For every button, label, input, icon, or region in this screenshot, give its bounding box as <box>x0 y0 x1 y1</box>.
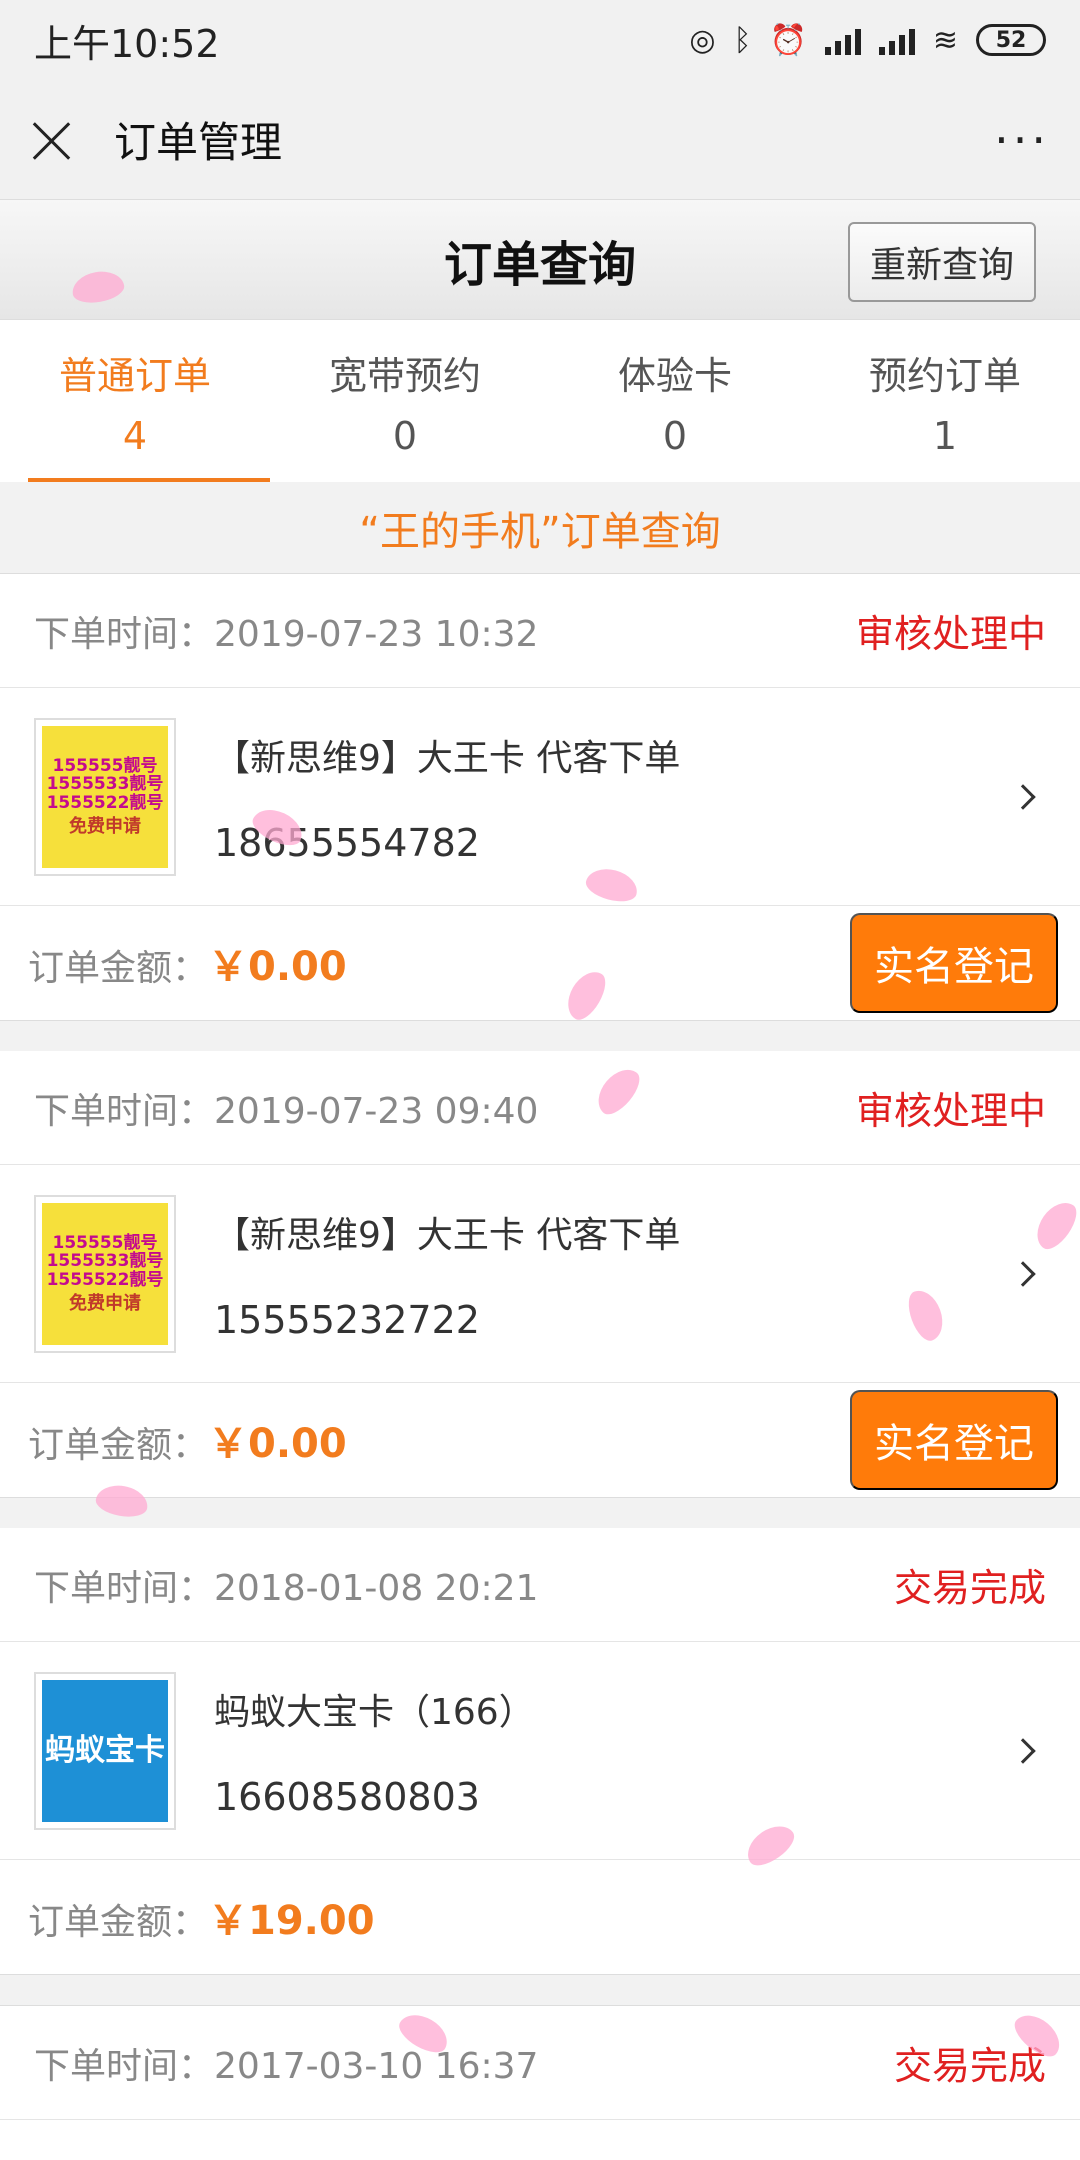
order-time-label: 下单时间： <box>34 1090 215 1132</box>
order-status: 交易完成 <box>893 2044 1046 2088</box>
order-detail-row[interactable]: 155555靓号 1555533靓号 1555522靓号 免费申请 【新思维9】… <box>0 1165 1080 1383</box>
amount-label: 订单金额： <box>28 1425 209 1466</box>
product-thumbnail: 蚂蚁宝卡 <box>34 1671 176 1830</box>
order-time-label: 下单时间： <box>34 2045 215 2087</box>
chevron-right-icon <box>1010 783 1036 810</box>
order-header: 下单时间：2019-07-23 09:40 审核处理中 <box>0 1051 1080 1165</box>
query-header: 订单查询 重新查询 <box>0 200 1080 320</box>
query-title: 订单查询 <box>443 236 636 293</box>
order-header: 下单时间：2017-03-10 16:37 交易完成 <box>0 2006 1080 2120</box>
order-amount: 订单金额：￥0.00 <box>28 934 347 992</box>
order-time-label: 下单时间： <box>34 1567 215 1609</box>
order-time-value: 2019-07-23 09:40 <box>214 1090 539 1132</box>
close-icon[interactable] <box>30 118 74 162</box>
wifi-icon: ≋ <box>932 22 958 58</box>
order-time-value: 2019-07-23 10:32 <box>214 613 539 655</box>
order-footer: 订单金额：￥19.00 <box>0 1860 1080 1974</box>
tab-broadband-booking[interactable]: 宽带预约 0 <box>270 320 540 482</box>
title-bar: 订单管理 ··· <box>0 80 1080 200</box>
status-bar: 上午10:52 ◎ ᛒ ⏰ ≋ 52 <box>0 0 1080 80</box>
page-title: 订单管理 <box>114 118 283 167</box>
unicom-card-image: 155555靓号 1555533靓号 1555522靓号 免费申请 <box>42 725 168 868</box>
order-footer: 订单金额：￥0.00 实名登记 <box>0 1383 1080 1497</box>
order-time-value: 2017-03-10 16:37 <box>214 2045 539 2087</box>
order-card: 下单时间：2019-07-23 09:40 审核处理中 155555靓号 155… <box>0 1051 1080 1498</box>
alarm-icon: ⏰ <box>769 22 807 58</box>
thumb-line: 1555522靓号 <box>46 1269 164 1290</box>
amount-value: ￥19.00 <box>208 1898 375 1944</box>
product-thumbnail: 155555靓号 1555533靓号 1555522靓号 免费申请 <box>34 717 176 876</box>
signal-icon <box>824 25 861 55</box>
status-time: 上午10:52 <box>34 21 220 66</box>
order-tabs: 普通订单 4 宽带预约 0 体验卡 0 预约订单 1 <box>0 320 1080 482</box>
order-query-subtitle: “王的手机”订单查询 <box>0 482 1080 574</box>
order-header: 下单时间：2019-07-23 10:32 审核处理中 <box>0 574 1080 688</box>
order-amount: 订单金额：￥0.00 <box>28 1411 347 1469</box>
tab-label: 普通订单 <box>58 353 211 398</box>
ant-card-image: 蚂蚁宝卡 <box>42 1679 168 1822</box>
order-detail-row[interactable]: 蚂蚁宝卡 蚂蚁大宝卡（166） 16608580803 <box>0 1642 1080 1860</box>
amount-value: ￥0.00 <box>208 944 347 990</box>
order-info: 【新思维9】大王卡 代客下单 15555232722 <box>214 1206 1014 1342</box>
phone-number: 16608580803 <box>214 1774 480 1819</box>
thumb-line: 155555靓号 <box>52 755 158 776</box>
phone-number: 15555232722 <box>214 1297 480 1342</box>
hotspot-icon: ◎ <box>689 22 716 58</box>
unicom-card-image: 155555靓号 1555533靓号 1555522靓号 免费申请 <box>42 1202 168 1345</box>
thumb-line: 1555533靓号 <box>46 1251 164 1272</box>
amount-label: 订单金额： <box>28 1902 209 1943</box>
order-info: 【新思维9】大王卡 代客下单 18655554782 <box>214 729 1014 865</box>
order-time: 下单时间：2018-01-08 20:21 <box>34 1559 538 1611</box>
tab-reserved-orders[interactable]: 预约订单 1 <box>810 320 1080 482</box>
order-time: 下单时间：2019-07-23 09:40 <box>34 1082 538 1134</box>
amount-label: 订单金额： <box>28 948 209 989</box>
product-name: 【新思维9】大王卡 代客下单 <box>214 1214 681 1256</box>
order-amount: 订单金额：￥19.00 <box>28 1888 375 1946</box>
thumb-line: 155555靓号 <box>52 1232 158 1253</box>
order-footer: 订单金额：￥0.00 实名登记 <box>0 906 1080 1020</box>
tab-label: 体验卡 <box>617 353 732 398</box>
thumb-free: 免费申请 <box>69 815 141 837</box>
phone-number: 18655554782 <box>214 820 480 865</box>
order-detail-row[interactable]: 155555靓号 1555533靓号 1555522靓号 免费申请 【新思维9】… <box>0 688 1080 906</box>
tab-trial-card[interactable]: 体验卡 0 <box>540 320 810 482</box>
order-status: 审核处理中 <box>855 612 1046 656</box>
tab-label: 宽带预约 <box>328 353 481 398</box>
tab-normal-orders[interactable]: 普通订单 4 <box>0 320 270 482</box>
order-status: 审核处理中 <box>855 1089 1046 1133</box>
thumb-line: 1555522靓号 <box>46 792 164 813</box>
requery-button[interactable]: 重新查询 <box>847 222 1036 302</box>
tab-count: 0 <box>662 413 688 458</box>
real-name-register-button[interactable]: 实名登记 <box>850 913 1058 1013</box>
status-icons: ◎ ᛒ ⏰ ≋ 52 <box>689 23 1046 58</box>
order-time: 下单时间：2019-07-23 10:32 <box>34 605 538 657</box>
order-card: 下单时间：2018-01-08 20:21 交易完成 蚂蚁宝卡 蚂蚁大宝卡（16… <box>0 1528 1080 1975</box>
tab-count: 4 <box>122 413 148 458</box>
product-name: 蚂蚁大宝卡（166） <box>214 1691 535 1733</box>
order-card: 下单时间：2019-07-23 10:32 审核处理中 155555靓号 155… <box>0 574 1080 1021</box>
bluetooth-icon: ᛒ <box>733 22 752 58</box>
product-thumbnail: 155555靓号 1555533靓号 1555522靓号 免费申请 <box>34 1194 176 1353</box>
more-icon[interactable]: ··· <box>994 113 1050 167</box>
tab-label: 预约订单 <box>868 353 1021 398</box>
tab-count: 0 <box>392 413 418 458</box>
chevron-right-icon <box>1010 1737 1036 1764</box>
thumb-line: 1555533靓号 <box>46 774 164 795</box>
thumb-free: 免费申请 <box>69 1292 141 1314</box>
order-time-value: 2018-01-08 20:21 <box>214 1567 539 1609</box>
chevron-right-icon <box>1010 1260 1036 1287</box>
signal-icon-2 <box>878 25 915 55</box>
order-time: 下单时间：2017-03-10 16:37 <box>34 2037 538 2089</box>
real-name-register-button[interactable]: 实名登记 <box>850 1390 1058 1490</box>
order-card: 下单时间：2017-03-10 16:37 交易完成 <box>0 2005 1080 2160</box>
order-status: 交易完成 <box>893 1566 1046 1610</box>
amount-value: ￥0.00 <box>208 1421 347 1467</box>
product-name: 【新思维9】大王卡 代客下单 <box>214 737 681 779</box>
order-info: 蚂蚁大宝卡（166） 16608580803 <box>214 1683 1014 1819</box>
order-header: 下单时间：2018-01-08 20:21 交易完成 <box>0 1528 1080 1642</box>
tab-count: 1 <box>932 413 958 458</box>
battery-icon: 52 <box>976 24 1046 56</box>
order-time-label: 下单时间： <box>34 613 215 655</box>
